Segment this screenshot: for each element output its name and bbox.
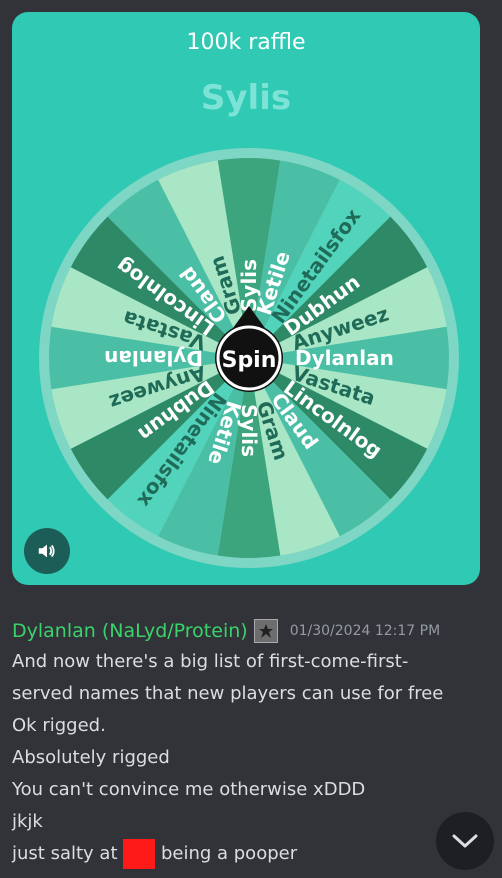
spin-wheel[interactable]: SylisKetileNinetailsfoxDubhunAnyweezDyla… (39, 148, 459, 568)
message-line: Absolutely rigged (12, 747, 170, 768)
spin-label: Spin (222, 348, 277, 373)
wheel-card: 100k raffle Sylis Sylis Ketile Ninetailsfo… (12, 12, 480, 585)
message-timestamp: 01/30/2024 12:17 PM (289, 623, 441, 639)
chat-message: Dylanlan (NaLyd/Protein) 01/30/2024 12:1… (12, 616, 452, 870)
message-line-last: just salty at being a pooper (12, 838, 452, 870)
message-line: jkjk (12, 811, 43, 832)
message-line: You can't convince me otherwise xDDD (12, 779, 366, 800)
sound-toggle-button[interactable] (24, 528, 70, 574)
message-text-after: being a pooper (155, 843, 298, 864)
message-text-before: just salty at (12, 843, 124, 864)
winner-name: Sylis (200, 78, 292, 118)
message-header: Dylanlan (NaLyd/Protein) 01/30/2024 12:1… (12, 616, 452, 646)
redaction-box (123, 839, 156, 869)
speaker-icon (38, 544, 55, 558)
message-line: And now there's a big list of first-come… (12, 651, 444, 704)
message-line: Ok rigged. (12, 715, 106, 736)
author-name[interactable]: Dylanlan (NaLyd/Protein) (12, 615, 248, 647)
chevron-down-icon (452, 834, 478, 848)
role-badge-icon[interactable] (253, 619, 278, 643)
raffle-title: 100k raffle (186, 30, 306, 55)
scroll-to-bottom-button[interactable] (436, 812, 494, 870)
